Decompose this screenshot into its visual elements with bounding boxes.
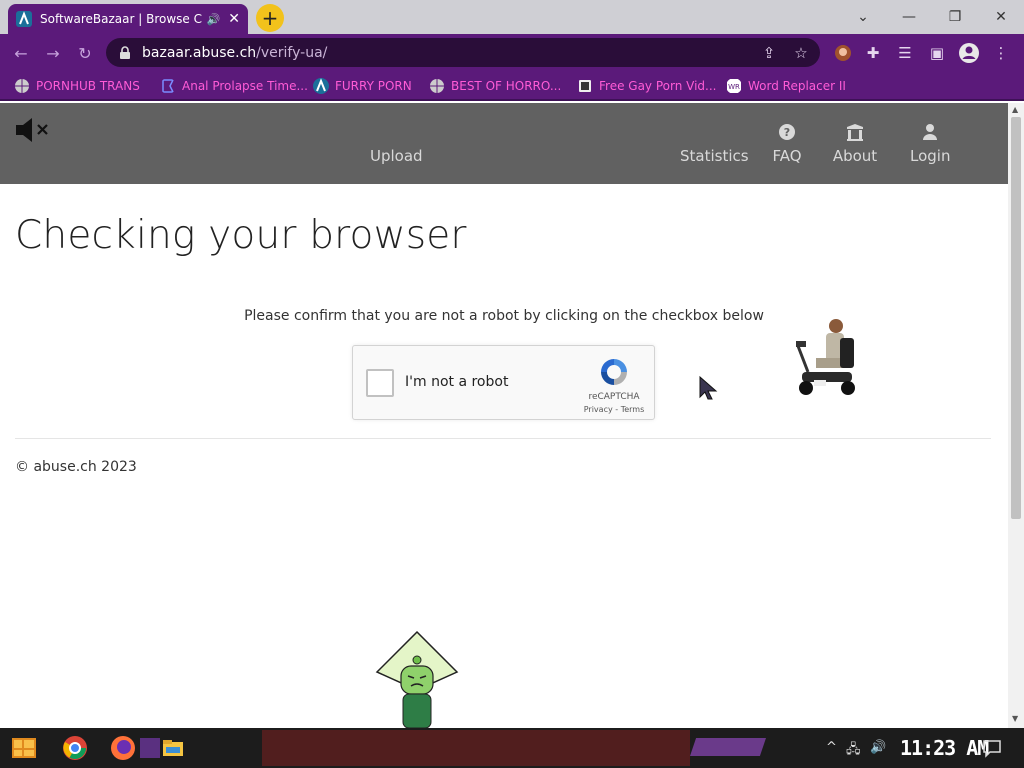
- nav-login-label: Login: [910, 147, 951, 165]
- browser-toolbar: ← → ↻ bazaar.abuse.ch/verify-ua/ ⇪ ☆ ✚ ☰…: [0, 34, 1024, 71]
- captcha-label: I'm not a robot: [405, 374, 509, 390]
- site-navbar: Upload Statistics ? FAQ About Login: [0, 103, 1008, 184]
- svg-text:?: ?: [784, 126, 790, 139]
- scroll-down-icon[interactable]: ▼: [1012, 714, 1018, 723]
- address-bar[interactable]: bazaar.abuse.ch/verify-ua/: [106, 38, 820, 67]
- menu-icon[interactable]: ⋮: [990, 42, 1012, 64]
- extension-avatar-icon[interactable]: [832, 42, 854, 64]
- tab-strip: SoftwareBazaar | Browse C 🔊 ✕ + ⌄ — ❐ ✕: [0, 0, 1024, 34]
- file-explorer-icon[interactable]: [162, 737, 184, 759]
- bookmarks-bar: PORNHUB TRANS Anal Prolapse Time... FURR…: [0, 71, 1024, 101]
- bookmark-label: Anal Prolapse Time...: [182, 79, 308, 93]
- building-icon: [847, 124, 863, 141]
- tray-expand-icon[interactable]: ^: [826, 740, 837, 755]
- site-icon: [579, 80, 591, 92]
- taskbar-clock[interactable]: 11:23 AM: [900, 736, 989, 760]
- restore-button[interactable]: ❐: [932, 4, 978, 30]
- nav-about-label: About: [832, 147, 878, 165]
- recaptcha-links: Privacy - Terms: [575, 405, 653, 414]
- profile-icon[interactable]: [958, 42, 980, 64]
- user-icon: [923, 124, 937, 140]
- page-footer: © abuse.ch 2023: [15, 459, 137, 475]
- bookmark-label: BEST OF HORRO...: [451, 79, 562, 93]
- nav-faq[interactable]: ? FAQ: [771, 123, 803, 165]
- bookmark-item[interactable]: Anal Prolapse Time...: [160, 77, 308, 95]
- minimize-button[interactable]: —: [886, 4, 932, 30]
- question-circle-icon: ?: [779, 124, 795, 140]
- lock-icon[interactable]: [118, 45, 132, 60]
- taskbar: ^ 🖧 🔊 11:23 AM: [0, 728, 1024, 768]
- browser-tab[interactable]: SoftwareBazaar | Browse C 🔊 ✕: [8, 4, 248, 34]
- globe-icon: [430, 79, 444, 93]
- close-window-button[interactable]: ✕: [978, 4, 1024, 30]
- scroll-up-icon[interactable]: ▲: [1012, 105, 1018, 114]
- recaptcha-widget: I'm not a robot reCAPTCHA Privacy - Term…: [352, 345, 655, 420]
- scooter-person-sticker: [796, 319, 855, 395]
- link-separator: -: [612, 405, 621, 414]
- content-divider: [15, 438, 991, 439]
- notifications-icon[interactable]: [982, 738, 1002, 758]
- bookmark-item[interactable]: FURRY PORN: [313, 77, 412, 95]
- bookmark-label: PORNHUB TRANS: [36, 79, 140, 93]
- bookmark-item[interactable]: Free Gay Porn Vid...: [577, 77, 716, 95]
- page-scrollbar[interactable]: ▲ ▼: [1008, 103, 1024, 728]
- lambda-icon: [16, 11, 32, 27]
- volume-icon[interactable]: 🔊: [870, 740, 886, 755]
- url-path: /verify-ua/: [256, 44, 328, 61]
- green-character-sticker: [375, 630, 459, 728]
- bookmark-flag-icon: [162, 79, 175, 93]
- lambda-icon: [313, 78, 329, 94]
- privacy-link[interactable]: Privacy: [584, 405, 613, 414]
- tab-close-icon[interactable]: ✕: [228, 11, 240, 27]
- nav-login[interactable]: Login: [910, 123, 950, 165]
- bookmark-item[interactable]: PORNHUB TRANS: [14, 77, 140, 95]
- network-icon[interactable]: 🖧: [846, 740, 861, 762]
- globe-icon: [15, 79, 29, 93]
- reading-list-icon[interactable]: ☰: [894, 42, 916, 64]
- page-title: Checking your browser: [15, 213, 467, 258]
- reload-button[interactable]: ↻: [74, 42, 96, 64]
- start-icon[interactable]: [10, 734, 40, 762]
- firefox-icon[interactable]: [110, 735, 136, 761]
- terms-link[interactable]: Terms: [621, 405, 645, 414]
- taskbar-app-placeholder[interactable]: [140, 738, 160, 758]
- bookmark-label: Free Gay Porn Vid...: [599, 79, 717, 93]
- muted-speaker-logo-icon[interactable]: [14, 115, 54, 145]
- side-panel-icon[interactable]: ▣: [926, 42, 948, 64]
- recaptcha-logo-icon: [601, 359, 627, 385]
- nav-upload[interactable]: Upload: [370, 147, 423, 165]
- speaker-icon[interactable]: 🔊: [207, 13, 221, 26]
- new-tab-button[interactable]: +: [256, 4, 284, 32]
- nav-statistics[interactable]: Statistics: [680, 147, 749, 165]
- bookmark-label: Word Replacer II: [748, 79, 846, 93]
- star-icon[interactable]: ☆: [790, 42, 812, 64]
- tab-search-icon[interactable]: ⌄: [840, 4, 886, 30]
- scrollbar-thumb[interactable]: [1011, 117, 1021, 519]
- tab-title: SoftwareBazaar | Browse C: [40, 12, 202, 26]
- cursor-icon: [699, 375, 718, 400]
- puzzle-icon[interactable]: ✚: [862, 42, 884, 64]
- back-button[interactable]: ←: [10, 42, 32, 64]
- wr-icon: WR: [727, 79, 741, 93]
- chrome-icon[interactable]: [62, 735, 88, 761]
- nav-faq-label: FAQ: [772, 147, 802, 165]
- nav-about[interactable]: About: [832, 123, 878, 165]
- taskbar-decoration: [690, 738, 766, 756]
- web-page: Upload Statistics ? FAQ About Login Chec…: [0, 103, 1008, 728]
- bookmark-item[interactable]: BEST OF HORRO...: [429, 77, 561, 95]
- forward-button[interactable]: →: [42, 42, 64, 64]
- svg-text:WR: WR: [728, 83, 740, 91]
- bookmark-label: FURRY PORN: [335, 79, 412, 93]
- not-robot-checkbox[interactable]: [366, 369, 394, 397]
- url-host: bazaar.abuse.ch: [142, 44, 257, 61]
- bookmark-item[interactable]: WR Word Replacer II: [726, 77, 846, 95]
- taskbar-media-thumbnail[interactable]: [262, 730, 690, 766]
- recaptcha-brand: reCAPTCHA: [588, 392, 640, 402]
- share-icon[interactable]: ⇪: [758, 42, 780, 64]
